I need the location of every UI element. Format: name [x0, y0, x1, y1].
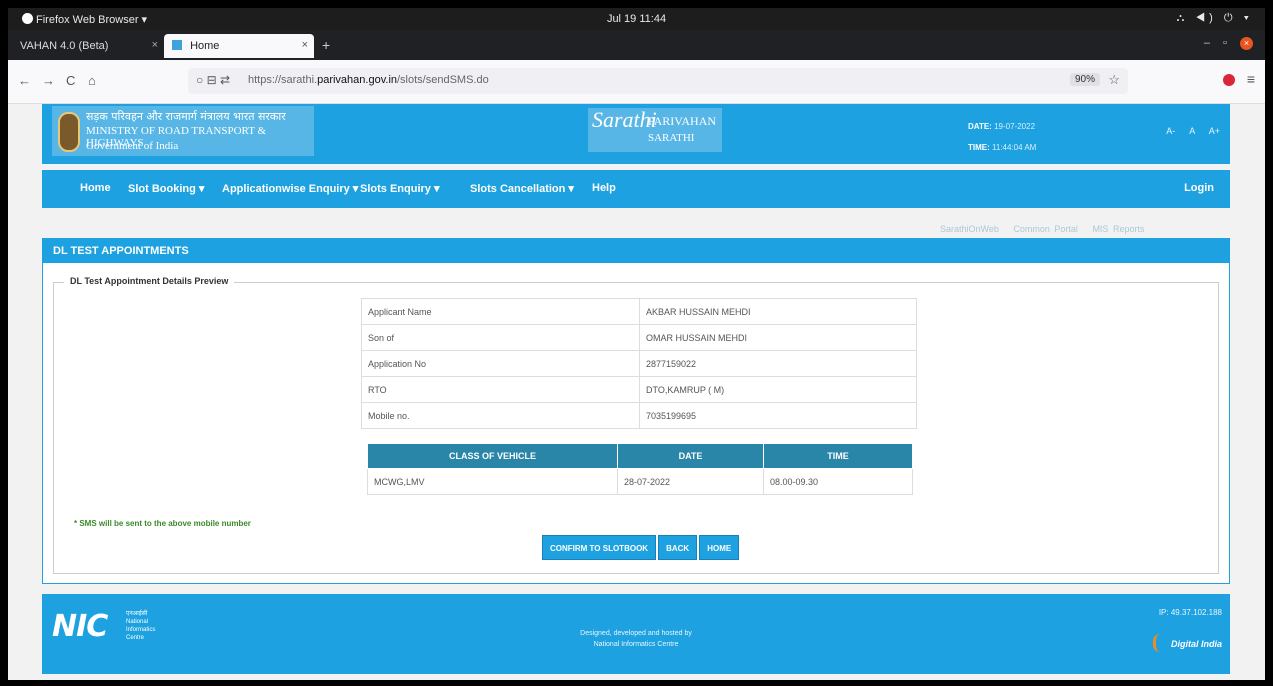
col-date: DATE — [617, 443, 764, 469]
time-display: TIME: 11:44:04 AM — [968, 143, 1037, 152]
close-window-icon[interactable]: × — [1240, 37, 1253, 50]
hamburger-menu-icon[interactable]: ≡ — [1247, 71, 1255, 87]
menu-help[interactable]: Help — [592, 182, 616, 194]
cell-class-of-vehicle: MCWG,LMV — [367, 468, 618, 495]
tab-label: Home — [190, 40, 220, 52]
menu-slot-booking[interactable]: Slot Booking ▾ — [128, 182, 204, 195]
forward-icon[interactable]: → — [42, 73, 55, 88]
panel-title: DL TEST APPOINTMENTS — [43, 239, 1229, 263]
tab-label: VAHAN 4.0 (Beta) — [20, 40, 109, 52]
table-row: Applicant Name AKBAR HUSSAIN MEHDI — [361, 298, 917, 325]
zoom-level[interactable]: 90% — [1069, 73, 1100, 86]
detail-label: Applicant Name — [361, 298, 640, 325]
tab-close-icon[interactable]: × — [302, 39, 308, 51]
home-button[interactable]: HOME — [699, 535, 740, 560]
site-footer: NIC एनआईसी National Informatics Centre D… — [42, 594, 1230, 674]
url-text[interactable]: https://sarathi.parivahan.gov.in/slots/s… — [248, 74, 489, 86]
fieldset-legend: DL Test Appointment Details Preview — [64, 276, 235, 286]
menu-slots-cancellation[interactable]: Slots Cancellation ▾ — [470, 182, 574, 195]
cell-time: 08.00-09.30 — [763, 468, 913, 495]
browser-nav-bar: ← → C ⌂ ○ ⊟ ⇄ https://sarathi.parivahan.… — [8, 60, 1265, 104]
reload-icon[interactable]: C — [66, 73, 75, 88]
link-common-portal[interactable]: Common Portal — [1013, 224, 1078, 234]
confirm-slotbook-button[interactable]: CONFIRM TO SLOTBOOK — [542, 535, 657, 560]
col-class-of-vehicle: CLASS OF VEHICLE — [367, 443, 618, 469]
menu-home[interactable]: Home — [80, 182, 111, 194]
detail-value: 2877159022 — [639, 350, 917, 377]
details-fieldset: DL Test Appointment Details Preview Appl… — [53, 276, 1219, 574]
tab-home[interactable]: Home × — [164, 34, 314, 58]
menu-slots-enquiry[interactable]: Slots Enquiry ▾ — [360, 182, 439, 195]
ministry-hindi: सड़क परिवहन और राजमार्ग मंत्रालय भारत सर… — [86, 110, 286, 123]
tracking-shield-icon[interactable]: ○ ⊟ ⇄ — [196, 73, 230, 87]
date-display: DATE: 19-07-2022 — [968, 122, 1036, 131]
digital-india-icon — [1152, 634, 1167, 652]
detail-label: Mobile no. — [361, 402, 640, 429]
main-menu: Home Slot Booking ▾ Applicationwise Enqu… — [42, 170, 1230, 208]
site-header: सड़क परिवहन और राजमार्ग मंत्रालय भारत सर… — [42, 104, 1230, 164]
sarathi-logo[interactable]: Sarathi PARIVAHAN SARATHI — [588, 108, 722, 152]
font-size-controls[interactable]: A- A A+ — [1166, 126, 1220, 136]
home-icon[interactable]: ⌂ — [88, 73, 96, 88]
new-tab-icon[interactable]: + — [322, 37, 330, 53]
back-icon[interactable]: ← — [18, 73, 31, 88]
detail-value: AKBAR HUSSAIN MEHDI — [639, 298, 917, 325]
login-link[interactable]: Login — [1184, 182, 1214, 194]
window-controls: – ▫ × — [1204, 37, 1253, 50]
tab-vahan[interactable]: VAHAN 4.0 (Beta) × — [12, 34, 164, 58]
os-clock[interactable]: Jul 19 11:44 — [8, 13, 1265, 25]
url-bar[interactable]: ○ ⊟ ⇄ https://sarathi.parivahan.gov.in/s… — [188, 68, 1128, 94]
tab-close-icon[interactable]: × — [152, 39, 158, 51]
national-emblem-icon — [58, 112, 80, 152]
ip-address: IP: 49.37.102.188 — [1158, 608, 1222, 617]
table-row: Mobile no. 7035199695 — [361, 402, 917, 429]
table-row: Son of OMAR HUSSAIN MEHDI — [361, 324, 917, 351]
detail-label: Application No — [361, 350, 640, 377]
appointment-panel: DL TEST APPOINTMENTS DL Test Appointment… — [42, 238, 1230, 584]
sms-note: * SMS will be sent to the above mobile n… — [74, 519, 251, 528]
footer-credits: Designed, developed and hosted by Nation… — [580, 630, 692, 648]
web-page: सड़क परिवहन और राजमार्ग मंत्रालय भारत सर… — [8, 104, 1265, 680]
bookmark-star-icon[interactable]: ☆ — [1108, 72, 1120, 88]
applicant-details-table: Applicant Name AKBAR HUSSAIN MEHDI Son o… — [361, 298, 917, 429]
portal-links: SarathiOnWeb Common Portal MIS Reports — [940, 224, 1154, 234]
ministry-block[interactable]: सड़क परिवहन और राजमार्ग मंत्रालय भारत सर… — [52, 106, 314, 156]
detail-label: RTO — [361, 376, 640, 403]
table-row: RTO DTO,KAMRUP ( M) — [361, 376, 917, 403]
slot-table: CLASS OF VEHICLE DATE TIME MCWG,LMV 28-0… — [367, 443, 913, 495]
minimize-icon[interactable]: – — [1204, 37, 1210, 49]
col-time: TIME — [763, 443, 913, 469]
govt-name: Government of India — [86, 140, 179, 152]
extension-icon[interactable] — [1223, 74, 1235, 86]
detail-label: Son of — [361, 324, 640, 351]
os-system-tray[interactable]: ⛬ ◀) ⏻ ▾ — [1177, 12, 1253, 25]
cell-date: 28-07-2022 — [617, 468, 764, 495]
back-button[interactable]: BACK — [658, 535, 698, 560]
os-top-bar: Firefox Web Browser ▾ Jul 19 11:44 ⛬ ◀) … — [8, 8, 1265, 30]
link-mis-reports[interactable]: MIS Reports — [1092, 224, 1144, 234]
action-buttons: CONFIRM TO SLOTBOOK BACK HOME — [542, 535, 741, 560]
digital-india-logo[interactable]: Digital India — [1152, 634, 1222, 652]
detail-value: 7035199695 — [639, 402, 917, 429]
link-sarathionweb[interactable]: SarathiOnWeb — [940, 224, 999, 234]
detail-value: OMAR HUSSAIN MEHDI — [639, 324, 917, 351]
screen: Firefox Web Browser ▾ Jul 19 11:44 ⛬ ◀) … — [8, 8, 1265, 680]
table-header-row: CLASS OF VEHICLE DATE TIME — [367, 443, 913, 469]
maximize-icon[interactable]: ▫ — [1223, 37, 1227, 49]
table-row: MCWG,LMV 28-07-2022 08.00-09.30 — [367, 468, 913, 495]
menu-applicationwise-enquiry[interactable]: Applicationwise Enquiry ▾ — [222, 182, 358, 195]
brand-sarathi: SARATHI — [648, 132, 695, 144]
table-row: Application No 2877159022 — [361, 350, 917, 377]
brand-parivahan: PARIVAHAN — [648, 114, 717, 128]
detail-value: DTO,KAMRUP ( M) — [639, 376, 917, 403]
browser-tab-strip: VAHAN 4.0 (Beta) × Home × + – ▫ × — [8, 30, 1265, 60]
favicon-icon — [172, 40, 182, 50]
